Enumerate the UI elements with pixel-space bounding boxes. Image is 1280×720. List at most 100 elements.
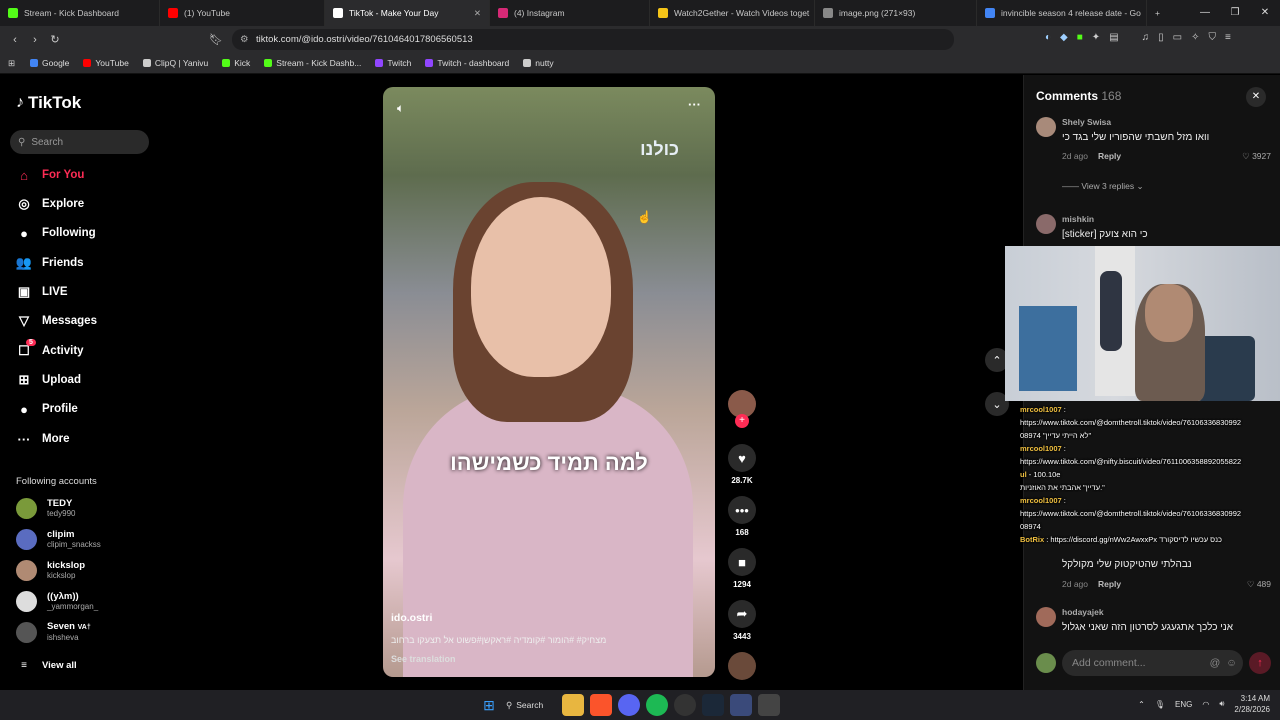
close-comments-icon[interactable]: ✕ [1246,87,1266,107]
app-icon[interactable] [730,694,752,716]
reload-icon[interactable]: ↻ [45,33,65,46]
comment-username[interactable]: mishkin [1062,214,1094,224]
extension-icon[interactable]: ■ [1077,32,1083,43]
video-player[interactable]: כולנו 🔈︎ ··· למה תמיד כשמישהו ido.ostri … [383,87,715,677]
see-translation-link[interactable]: See translation [391,654,456,664]
comment-avatar[interactable] [1036,117,1056,137]
mention-icon[interactable]: @ [1210,657,1221,669]
address-bar[interactable]: ⚙ tiktok.com/@ido.ostri/video/7610464017… [232,29,954,50]
clock[interactable]: 3:14 AM 2/28/2026 [1234,693,1270,715]
comment-likes[interactable]: ♡ 489 [1247,579,1271,590]
volume-icon[interactable]: 🔊︎ [1219,699,1224,709]
view-replies-button[interactable]: —— View 3 replies ⌄ [1062,181,1144,192]
music-disc-icon[interactable] [728,652,756,680]
comment-avatar[interactable] [1036,214,1056,234]
tray-chevron-icon[interactable]: ⌃ [1138,700,1145,709]
mic-icon[interactable]: 🎙︎ [1155,700,1165,709]
ai-icon[interactable]: ✧ [1191,32,1199,43]
bookmark-item[interactable]: nutty [523,58,554,68]
emoji-icon[interactable]: ☺ [1226,657,1237,669]
bookmark-item[interactable]: Twitch - dashboard [425,58,509,68]
bookmark-item[interactable]: ClipQ | Yanivu [142,58,208,68]
sidebar-item-upload[interactable]: ⊞ Upload [16,372,81,388]
bookmark-item[interactable]: Stream - Kick Dashb... [264,58,361,68]
sidebar-item-for-you[interactable]: ⌂ For You [16,167,84,183]
bookmark-icon[interactable]: 🔖︎ [206,33,226,46]
browser-tab[interactable]: (1) YouTube [160,0,325,26]
sound-icon[interactable]: 🔈︎ [397,101,404,116]
browser-tab[interactable]: TikTok - Make Your Day ✕ [325,0,490,26]
search-input[interactable]: ⚲ Search [10,130,149,154]
taskbar-search[interactable]: ⚲ Search [506,694,556,716]
forward-icon[interactable]: › [25,34,45,46]
comment-button[interactable]: ••• 168 [727,496,757,537]
bookmark-item[interactable]: Kick [222,58,250,68]
comment-likes[interactable]: ♡ 3927 [1242,151,1271,162]
reply-button[interactable]: Reply [1098,579,1121,589]
comment-avatar[interactable] [1036,607,1056,627]
wallet-icon[interactable]: ▭ [1173,32,1182,43]
more-options-icon[interactable]: ··· [688,97,701,112]
menu-icon[interactable]: ≡ [1225,32,1231,43]
sidebar-toggle-icon[interactable]: ▯ [1158,32,1164,43]
add-comment-input[interactable]: Add comment... @ ☺ [1062,650,1243,676]
browser-tab[interactable]: image.png (271×93) [815,0,977,26]
view-all-link[interactable]: ≡ View all [16,657,77,673]
apps-grid-icon[interactable]: ⊞ [8,58,15,69]
language-indicator[interactable]: ENG [1175,700,1192,709]
like-button[interactable]: ♥ 28.7K [727,444,757,485]
steam-icon[interactable] [702,694,724,716]
music-icon[interactable]: ♫ [1142,32,1150,43]
following-account[interactable]: clipim clipim_snackss [16,529,101,550]
obs-icon[interactable] [674,694,696,716]
back-icon[interactable]: ‹ [5,34,25,46]
browser-tab[interactable]: (4) Instagram [490,0,650,26]
discord-icon[interactable] [618,694,640,716]
bookmark-item[interactable]: Twitch [375,58,411,68]
restore-icon[interactable]: ❐ [1220,0,1250,26]
file-explorer-icon[interactable] [562,694,584,716]
extension-icon[interactable]: ◐ [1045,32,1051,43]
shield-icon[interactable]: ⛉ [1209,32,1217,43]
extension-icon[interactable]: ▤ [1109,32,1118,43]
sidebar-item-following[interactable]: ● Following [16,225,96,241]
app-icon[interactable] [758,694,780,716]
save-button[interactable]: ■ 1294 [727,548,757,589]
tiktok-logo[interactable]: ♪ TikTok [16,93,81,113]
video-author[interactable]: ido.ostri [391,612,432,624]
bookmark-item[interactable]: Google [30,58,69,68]
browser-tab[interactable]: Watch2Gether - Watch Videos toget [650,0,815,26]
new-tab-button[interactable]: + [1147,0,1168,26]
close-window-icon[interactable]: ✕ [1250,0,1280,26]
reply-button[interactable]: Reply [1098,151,1121,161]
comment-username[interactable]: hodayajek [1062,607,1104,617]
sidebar-item-more[interactable]: ··· More [16,431,70,447]
spotify-icon[interactable] [646,694,668,716]
url-text[interactable]: tiktok.com/@ido.ostri/video/761046401780… [256,34,473,45]
bookmark-item[interactable]: YouTube [83,58,129,68]
browser-tab[interactable]: invincible season 4 release date - Go [977,0,1147,26]
browser-tab[interactable]: Stream - Kick Dashboard [0,0,160,26]
send-comment-button[interactable]: ↑ [1249,652,1271,674]
extension-icon[interactable]: ◆ [1060,32,1068,43]
sidebar-item-live[interactable]: ▣ LIVE [16,284,68,300]
brave-icon[interactable] [590,694,612,716]
share-button[interactable]: ➦ 3443 [727,600,757,641]
sidebar-item-messages[interactable]: ▽ Messages [16,313,97,329]
following-account[interactable]: kickslop kickslop [16,560,85,581]
following-account[interactable]: Seven VA† ishsheva [16,621,91,643]
comment-username[interactable]: Shely Swisa [1062,117,1111,127]
minimize-icon[interactable]: — [1190,0,1220,26]
sidebar-item-activity[interactable]: ☐ 5 Activity [16,339,84,359]
following-account[interactable]: ((yλm)) _yammorgan_ [16,591,98,612]
sidebar-item-friends[interactable]: 👥 Friends [16,255,84,271]
site-info-icon[interactable]: ⚙ [240,34,249,45]
close-tab-icon[interactable]: ✕ [474,8,481,19]
windows-start-icon[interactable]: ⊞ [478,694,500,716]
follow-plus-icon[interactable]: + [735,414,749,428]
sidebar-item-explore[interactable]: ◎ Explore [16,196,84,212]
following-account[interactable]: TEDY tedy990 [16,498,75,519]
wifi-icon[interactable]: ◠ [1202,700,1209,709]
puzzle-icon[interactable]: ✦ [1092,32,1100,43]
sidebar-item-profile[interactable]: ● Profile [16,401,78,417]
